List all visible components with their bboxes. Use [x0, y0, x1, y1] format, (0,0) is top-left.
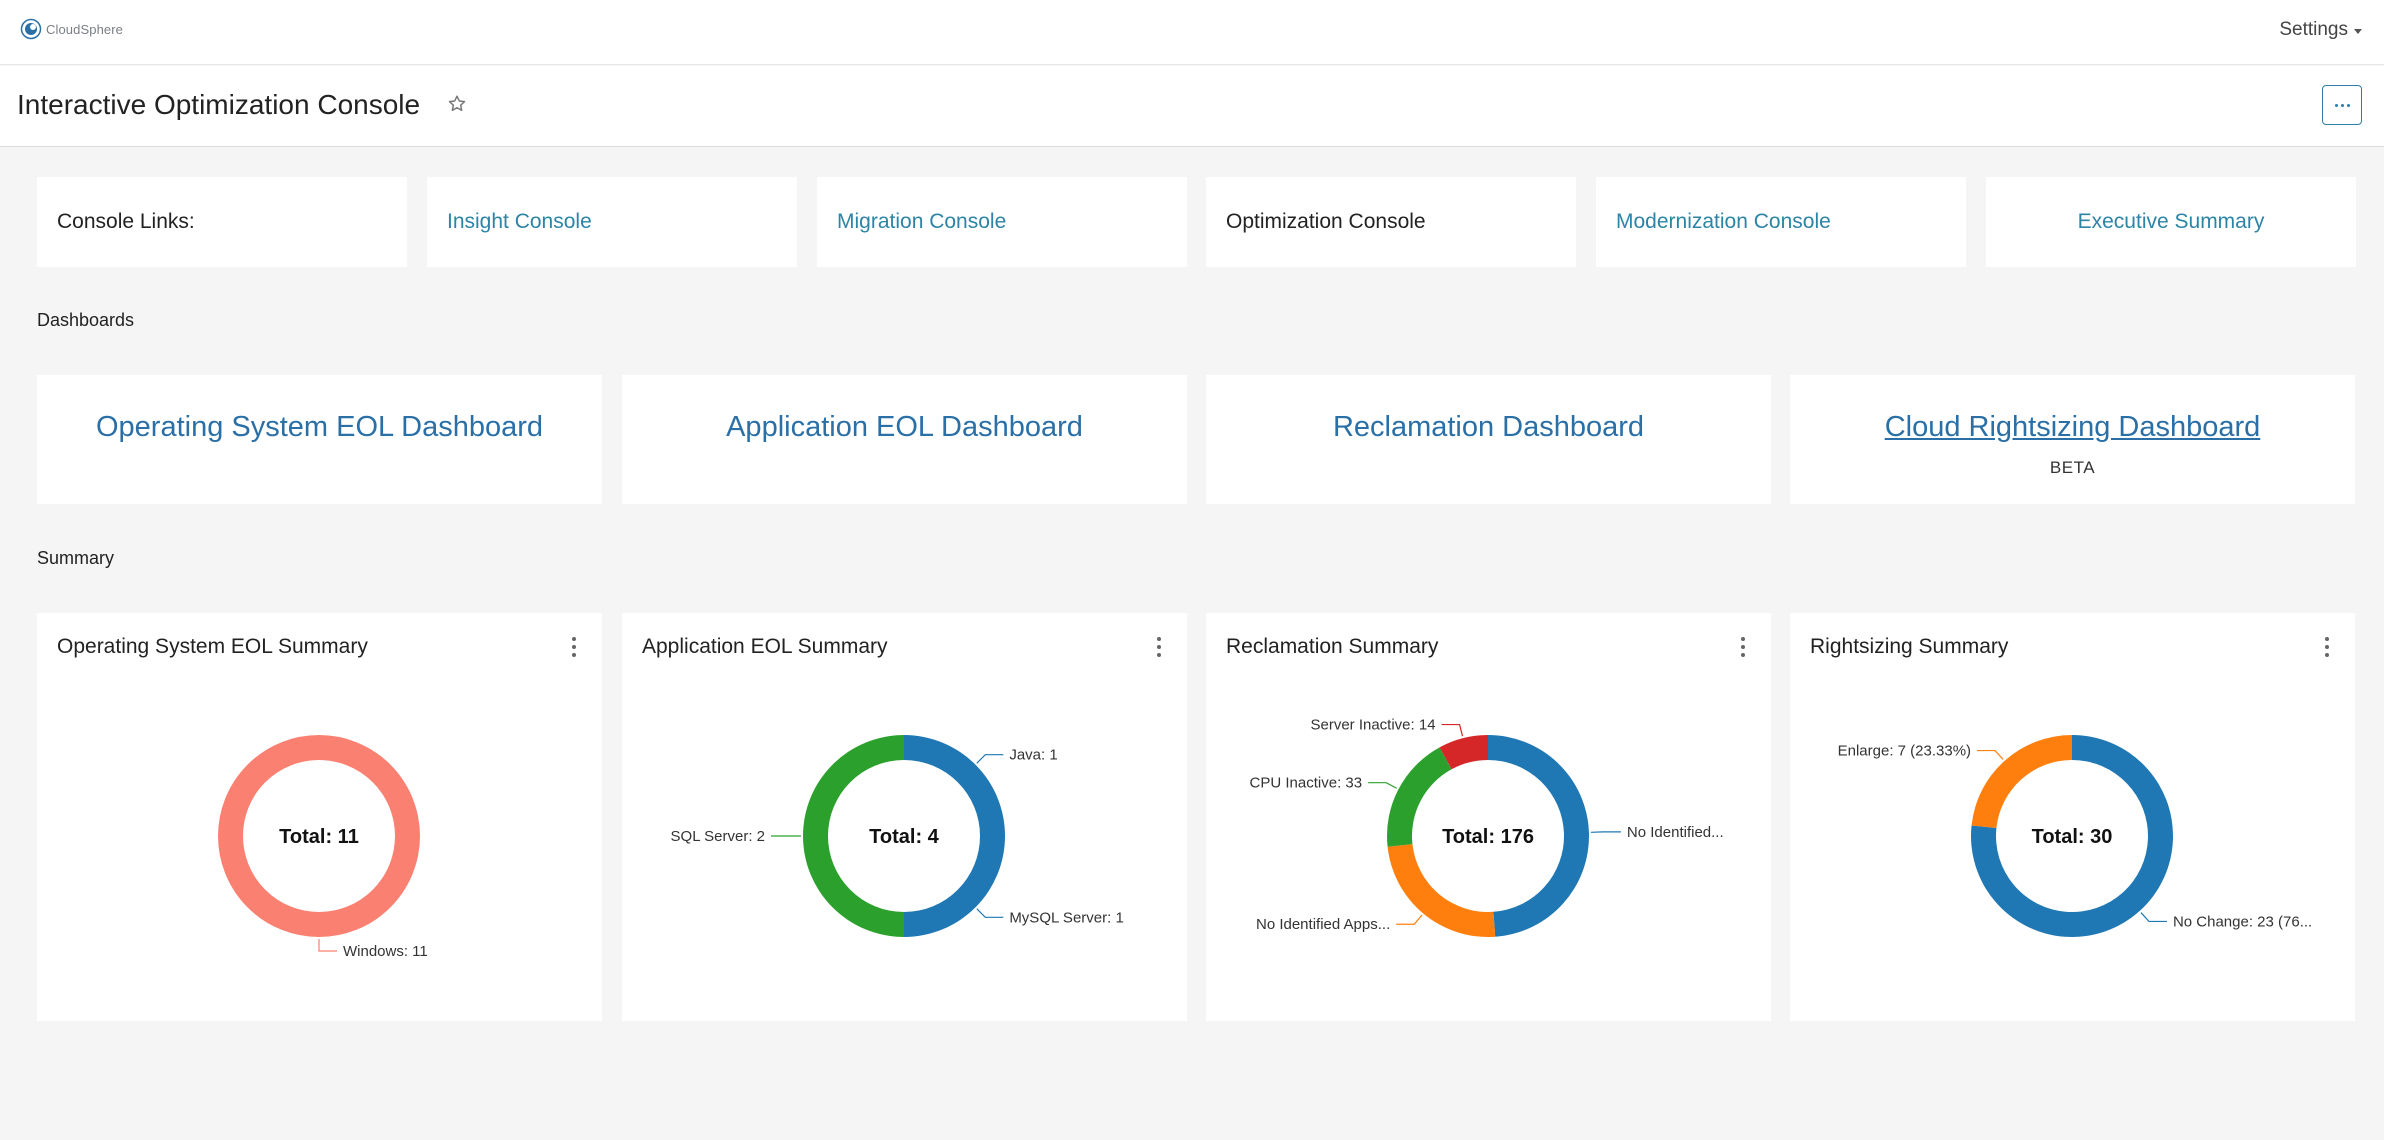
insight-console-link[interactable]: Insight Console	[447, 210, 592, 234]
leader-line	[976, 754, 1004, 764]
reclamation-donut-chart[interactable]: No Identified... No Identified Apps... CPU…	[1206, 613, 1771, 1021]
slice-label: Java: 1	[1009, 747, 1057, 764]
console-link-card[interactable]: Modernization Console	[1596, 177, 1966, 267]
donut-center-total: Total: 30	[2032, 826, 2113, 848]
caret-down-icon	[2354, 28, 2362, 34]
summary-card-title: Reclamation Summary	[1226, 635, 1439, 658]
summary-card-reclamation: No Identified... No Identified Apps... CPU…	[1206, 613, 1771, 1021]
migration-console-link[interactable]: Migration Console	[837, 210, 1006, 234]
beta-badge: BETA	[2049, 458, 2096, 477]
card-menu-kebab-icon[interactable]	[1737, 635, 1749, 659]
summary-heading: Summary	[37, 548, 115, 568]
console-current-card: Optimization Console	[1206, 177, 1576, 267]
slice-label: CPU Inactive: 33	[1250, 775, 1363, 792]
summary-card-title: Application EOL Summary	[642, 635, 888, 658]
leader-line	[2140, 912, 2167, 923]
app-eol-donut-chart[interactable]: Java: 1 MySQL Server: 1 SQL Server: 2 Total…	[622, 613, 1187, 1021]
dashboards-heading: Dashboards	[37, 310, 135, 330]
dashboard-card-os-eol[interactable]: Operating System EOL Dashboard	[37, 375, 602, 504]
dashboard-card-rightsizing[interactable]: Cloud Rightsizing Dashboard BETA	[1790, 375, 2355, 504]
slice-label: No Change: 23 (76...	[2173, 913, 2312, 930]
console-link-card[interactable]: Executive Summary	[1986, 177, 2356, 267]
dashboard-card-reclamation[interactable]: Reclamation Dashboard	[1206, 375, 1771, 504]
settings-label: Settings	[2279, 19, 2348, 40]
app-eol-dashboard-link[interactable]: Application EOL Dashboard	[726, 411, 1083, 444]
favorite-star-icon[interactable]	[446, 93, 468, 115]
card-menu-kebab-icon[interactable]	[1153, 635, 1165, 659]
slice-label: MySQL Server: 1	[1009, 909, 1123, 926]
donut-center-total: Total: 4	[869, 826, 940, 848]
optimization-console-label: Optimization Console	[1226, 210, 1426, 233]
summary-card-rightsizing: No Change: 23 (76... Enlarge: 7 (23.33%) T…	[1790, 613, 2355, 1021]
cloudsphere-logo-icon	[20, 18, 42, 40]
donut-slice-enlarge-7-23-33[interactable]	[1971, 735, 2072, 829]
page-title: Interactive Optimization Console	[17, 89, 421, 120]
leader-line	[318, 939, 337, 952]
slice-label: No Identified...	[1627, 824, 1724, 841]
slice-label: Enlarge: 7 (23.33%)	[1838, 743, 1971, 760]
slice-label: Windows: 11	[343, 943, 428, 960]
donut-slice-mysql-server-1[interactable]	[904, 836, 1005, 937]
summary-card-title: Rightsizing Summary	[1810, 635, 2009, 658]
cloud-rightsizing-dashboard-link[interactable]: Cloud Rightsizing Dashboard	[1885, 411, 2261, 444]
leader-line	[1441, 723, 1464, 737]
dot	[2340, 103, 2344, 107]
leader-line	[1977, 749, 2004, 760]
card-menu-kebab-icon[interactable]	[568, 635, 580, 659]
summary-card-os-eol: Windows: 11 Total: 11 Operating System EO…	[37, 613, 602, 1021]
console-link-card[interactable]: Insight Console	[427, 177, 797, 267]
console-links-label-card: Console Links:	[37, 177, 407, 267]
console-link-card[interactable]: Migration Console	[817, 177, 1187, 267]
modernization-console-link[interactable]: Modernization Console	[1616, 210, 1831, 234]
more-options-button[interactable]	[2322, 85, 2362, 125]
leader-line	[1396, 914, 1423, 925]
reclamation-dashboard-link[interactable]: Reclamation Dashboard	[1333, 411, 1644, 444]
donut-slice-no-identified-apps[interactable]	[1387, 844, 1496, 937]
summary-card-app-eol: Java: 1 MySQL Server: 1 SQL Server: 2 Total…	[622, 613, 1187, 1021]
donut-center-total: Total: 176	[1442, 826, 1534, 848]
rightsizing-donut-chart[interactable]: No Change: 23 (76... Enlarge: 7 (23.33%) T…	[1790, 613, 2355, 1021]
os-eol-dashboard-link[interactable]: Operating System EOL Dashboard	[96, 411, 543, 444]
summary-card-title: Operating System EOL Summary	[57, 635, 368, 658]
donut-center-total: Total: 11	[279, 826, 359, 848]
slice-label: SQL Server: 2	[671, 828, 765, 845]
donut-slice-java-1[interactable]	[904, 735, 1005, 836]
os-eol-donut-chart[interactable]: Windows: 11 Total: 11	[37, 613, 602, 1021]
dot	[2346, 103, 2350, 107]
executive-summary-link[interactable]: Executive Summary	[2078, 210, 2265, 234]
title-bar: Interactive Optimization Console	[0, 66, 2384, 147]
console-links-label: Console Links:	[57, 210, 195, 233]
leader-line	[976, 908, 1004, 918]
top-bar: CloudSphere Settings	[0, 0, 2384, 65]
settings-menu[interactable]: Settings	[2279, 19, 2362, 41]
slice-label: Server Inactive: 14	[1310, 717, 1435, 734]
dot	[2334, 103, 2338, 107]
logo[interactable]: CloudSphere	[20, 18, 123, 40]
card-menu-kebab-icon[interactable]	[2321, 635, 2333, 659]
dashboard-card-app-eol[interactable]: Application EOL Dashboard	[622, 375, 1187, 504]
slice-label: No Identified Apps...	[1256, 916, 1390, 933]
leader-line	[1368, 782, 1398, 789]
logo-text: CloudSphere	[46, 21, 123, 37]
